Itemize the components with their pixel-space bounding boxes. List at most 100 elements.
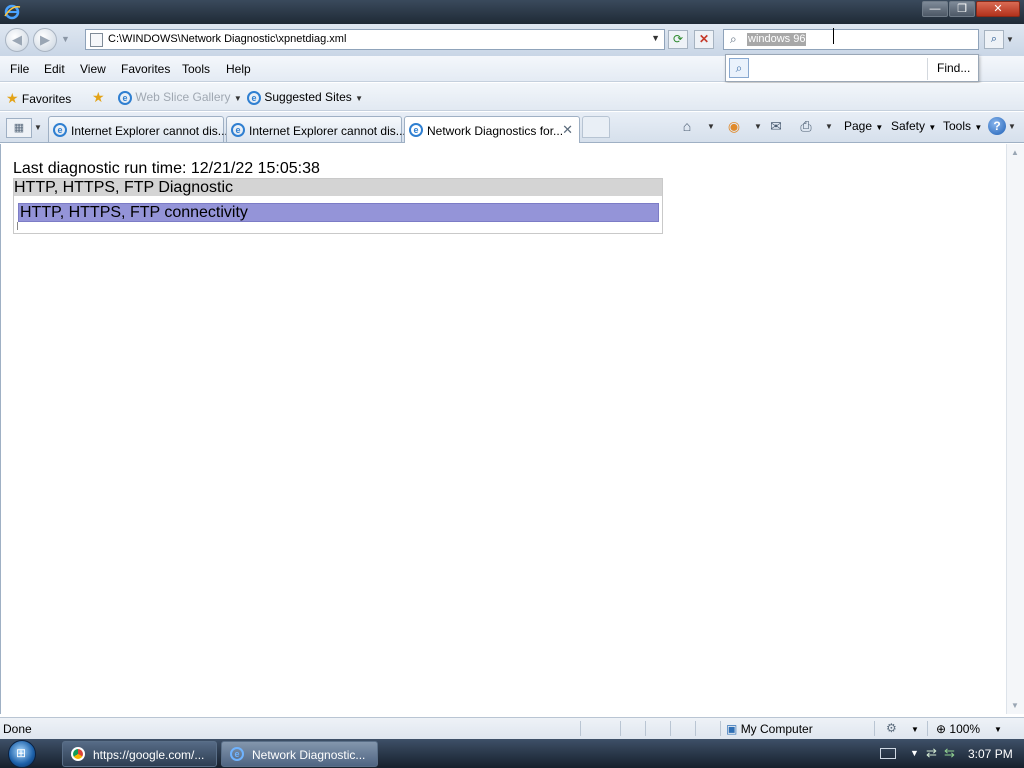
address-row: ◀ ▶ ▼ C:\WINDOWS\Network Diagnostic\xpne…	[0, 24, 1024, 56]
menu-edit[interactable]: Edit	[44, 62, 65, 76]
address-dropdown-icon[interactable]: ▼	[651, 33, 660, 43]
print-dropdown[interactable]: ▼	[825, 122, 833, 131]
taskbar-item-network-diagnostic[interactable]: e Network Diagnostic...	[221, 741, 378, 767]
ie-logo-icon	[3, 3, 21, 21]
home-icon[interactable]: ⌂	[678, 117, 696, 135]
zoom-label: 100%	[949, 722, 981, 736]
divider	[620, 721, 621, 736]
tab-list-dropdown[interactable]: ▼	[34, 123, 42, 132]
find-on-page-link[interactable]: Find...	[937, 61, 970, 75]
tab-label: Network Diagnostics for...	[427, 124, 564, 138]
recent-pages-dropdown[interactable]: ▼	[61, 34, 70, 44]
start-button[interactable]: ⊞	[8, 740, 36, 768]
chevron-down-icon: ▼	[355, 94, 364, 103]
back-button[interactable]: ◀	[5, 28, 29, 52]
help-icon[interactable]: ?	[988, 117, 1006, 135]
refresh-button[interactable]: ⟳	[668, 30, 688, 49]
keyboard-icon[interactable]	[880, 748, 896, 759]
chevron-down-icon: ▼	[974, 123, 983, 132]
address-url[interactable]: C:\WINDOWS\Network Diagnostic\xpnetdiag.…	[108, 33, 346, 45]
tab-ie-cannot-display-2[interactable]: e Internet Explorer cannot dis...	[226, 116, 406, 142]
tab-ie-cannot-display-1[interactable]: e Internet Explorer cannot dis...	[48, 116, 228, 142]
chevron-down-icon[interactable]: ▼	[911, 725, 919, 734]
chrome-icon	[71, 747, 85, 761]
feeds-icon[interactable]: ◉	[725, 117, 743, 135]
minimize-button[interactable]: —	[922, 1, 948, 17]
zoom-dropdown[interactable]: ▼	[994, 725, 1002, 734]
page-menu-label: Page	[844, 119, 873, 133]
search-options-dropdown[interactable]: ▼	[1006, 35, 1014, 44]
page-content: Last diagnostic run time: 12/21/22 15:05…	[0, 144, 1006, 714]
diagnostic-connectivity-row[interactable]: HTTP, HTTPS, FTP connectivity	[18, 203, 659, 222]
diagnostic-section-title[interactable]: HTTP, HTTPS, FTP Diagnostic	[14, 179, 662, 196]
divider	[874, 721, 875, 736]
quick-tabs-button[interactable]: ▦	[6, 118, 32, 138]
network-icon[interactable]: ⇄	[926, 745, 937, 761]
forward-button[interactable]: ▶	[33, 28, 57, 52]
status-bar: Done ▣ My Computer ⚙ ▼ ⊕ 100% ▼	[0, 717, 1024, 739]
search-box[interactable]: ⌕ windows 96	[723, 29, 979, 50]
help-dropdown[interactable]: ▼	[1008, 122, 1016, 131]
menu-file[interactable]: File	[10, 62, 29, 76]
favorites-label: Favorites	[21, 92, 72, 106]
search-go-button[interactable]: ⌕	[984, 30, 1004, 49]
add-to-favorites-bar-button[interactable]: ★	[92, 89, 105, 106]
menu-help[interactable]: Help	[226, 62, 251, 76]
star-icon: ★	[6, 90, 19, 106]
taskbar-item-label: Network Diagnostic...	[252, 748, 366, 762]
divider	[720, 721, 721, 736]
last-run-time: Last diagnostic run time: 12/21/22 15:05…	[13, 160, 320, 177]
divider	[927, 721, 928, 736]
favorites-button[interactable]: ★ Favorites	[6, 90, 71, 107]
search-provider-icon[interactable]: ⌕	[729, 58, 749, 78]
new-tab-button[interactable]	[582, 116, 610, 138]
protected-mode-icon[interactable]: ⚙	[886, 721, 897, 735]
restore-button[interactable]: ❐	[949, 1, 975, 17]
vertical-scrollbar[interactable]: ▲ ▼	[1006, 144, 1024, 714]
mail-icon[interactable]: ✉	[767, 117, 785, 135]
search-input[interactable]: windows 96	[747, 33, 807, 46]
diagnostic-panel: HTTP, HTTPS, FTP Diagnostic HTTP, HTTPS,…	[13, 178, 663, 234]
divider	[927, 58, 928, 80]
tools-menu[interactable]: Tools ▼	[943, 119, 982, 133]
scroll-up-icon[interactable]: ▲	[1011, 148, 1019, 157]
search-suggestion-dropdown: ⌕ Find...	[725, 54, 979, 82]
taskbar-item-chrome[interactable]: https://google.com/...	[62, 741, 217, 767]
close-button[interactable]: ✕	[976, 1, 1020, 17]
ie-page-icon: e	[409, 123, 423, 137]
ie-page-icon: e	[118, 91, 132, 105]
show-hidden-icons-icon[interactable]: ▼	[910, 748, 919, 758]
scroll-down-icon[interactable]: ▼	[1011, 701, 1019, 710]
chevron-down-icon: ▼	[928, 123, 937, 132]
web-slice-gallery-link[interactable]: e Web Slice Gallery ▼	[118, 90, 242, 105]
security-zone-label: My Computer	[740, 722, 813, 736]
address-bar[interactable]: C:\WINDOWS\Network Diagnostic\xpnetdiag.…	[85, 29, 665, 50]
suggested-sites-link[interactable]: e Suggested Sites ▼	[247, 90, 363, 105]
security-zone[interactable]: ▣ My Computer	[726, 722, 813, 736]
safety-menu[interactable]: Safety ▼	[891, 119, 936, 133]
taskbar-item-label: https://google.com/...	[93, 748, 205, 762]
network-status-icon[interactable]: ⇆	[944, 745, 955, 761]
feeds-dropdown[interactable]: ▼	[754, 122, 762, 131]
home-dropdown[interactable]: ▼	[707, 122, 715, 131]
add-favorite-star-icon: ★	[92, 89, 105, 105]
chevron-down-icon: ▼	[233, 94, 242, 103]
tab-label: Internet Explorer cannot dis...	[71, 124, 228, 138]
tab-network-diagnostics[interactable]: e Network Diagnostics for... ✕	[404, 116, 580, 143]
favorites-bar: ★ Favorites ★ e Web Slice Gallery ▼ e Su…	[0, 83, 1024, 111]
print-icon[interactable]: ⎙	[797, 117, 815, 135]
close-tab-icon[interactable]: ✕	[562, 122, 573, 138]
clock[interactable]: 3:07 PM	[968, 747, 1013, 761]
page-menu[interactable]: Page ▼	[844, 119, 883, 133]
menu-view[interactable]: View	[80, 62, 106, 76]
stop-button[interactable]: ✕	[694, 30, 714, 49]
tab-row: ▦ ▼ e Internet Explorer cannot dis... e …	[0, 112, 1024, 143]
computer-icon: ▣	[726, 722, 738, 736]
ie-page-icon: e	[231, 123, 245, 137]
zoom-icon: ⊕	[936, 722, 947, 736]
status-text: Done	[3, 722, 32, 736]
menu-tools[interactable]: Tools	[182, 62, 210, 76]
zoom-level[interactable]: ⊕ 100%	[936, 722, 980, 736]
menu-favorites[interactable]: Favorites	[121, 62, 170, 76]
divider	[580, 721, 581, 736]
